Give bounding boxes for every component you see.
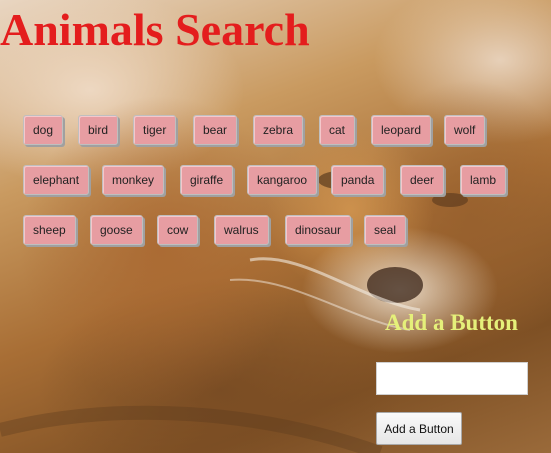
animal-button-kangaroo[interactable]: kangaroo (247, 165, 318, 195)
animal-button-dinosaur[interactable]: dinosaur (285, 215, 352, 245)
add-button-heading: Add a Button (385, 310, 518, 335)
animal-button-zebra[interactable]: zebra (253, 115, 304, 145)
animal-button-leopard[interactable]: leopard (371, 115, 432, 145)
page-title: Animals Search (0, 4, 310, 55)
animal-button-tiger[interactable]: tiger (133, 115, 177, 145)
animal-button-cat[interactable]: cat (319, 115, 356, 145)
animal-button-lamb[interactable]: lamb (460, 165, 507, 195)
animal-button-monkey[interactable]: monkey (102, 165, 165, 195)
animal-button-wolf[interactable]: wolf (444, 115, 486, 145)
animal-button-sheep[interactable]: sheep (23, 215, 76, 245)
add-button-submit[interactable]: Add a Button (376, 412, 462, 445)
animal-button-elephant[interactable]: elephant (23, 165, 90, 195)
animal-button-giraffe[interactable]: giraffe (180, 165, 234, 195)
new-animal-input[interactable] (376, 362, 528, 395)
animal-button-seal[interactable]: seal (364, 215, 407, 245)
animal-button-bear[interactable]: bear (193, 115, 238, 145)
animal-button-dog[interactable]: dog (23, 115, 64, 145)
animal-button-bird[interactable]: bird (78, 115, 119, 145)
animal-button-walrus[interactable]: walrus (214, 215, 269, 245)
animal-button-goose[interactable]: goose (90, 215, 143, 245)
animal-button-deer[interactable]: deer (400, 165, 445, 195)
animal-button-panda[interactable]: panda (331, 165, 385, 195)
animal-button-cow[interactable]: cow (157, 215, 199, 245)
